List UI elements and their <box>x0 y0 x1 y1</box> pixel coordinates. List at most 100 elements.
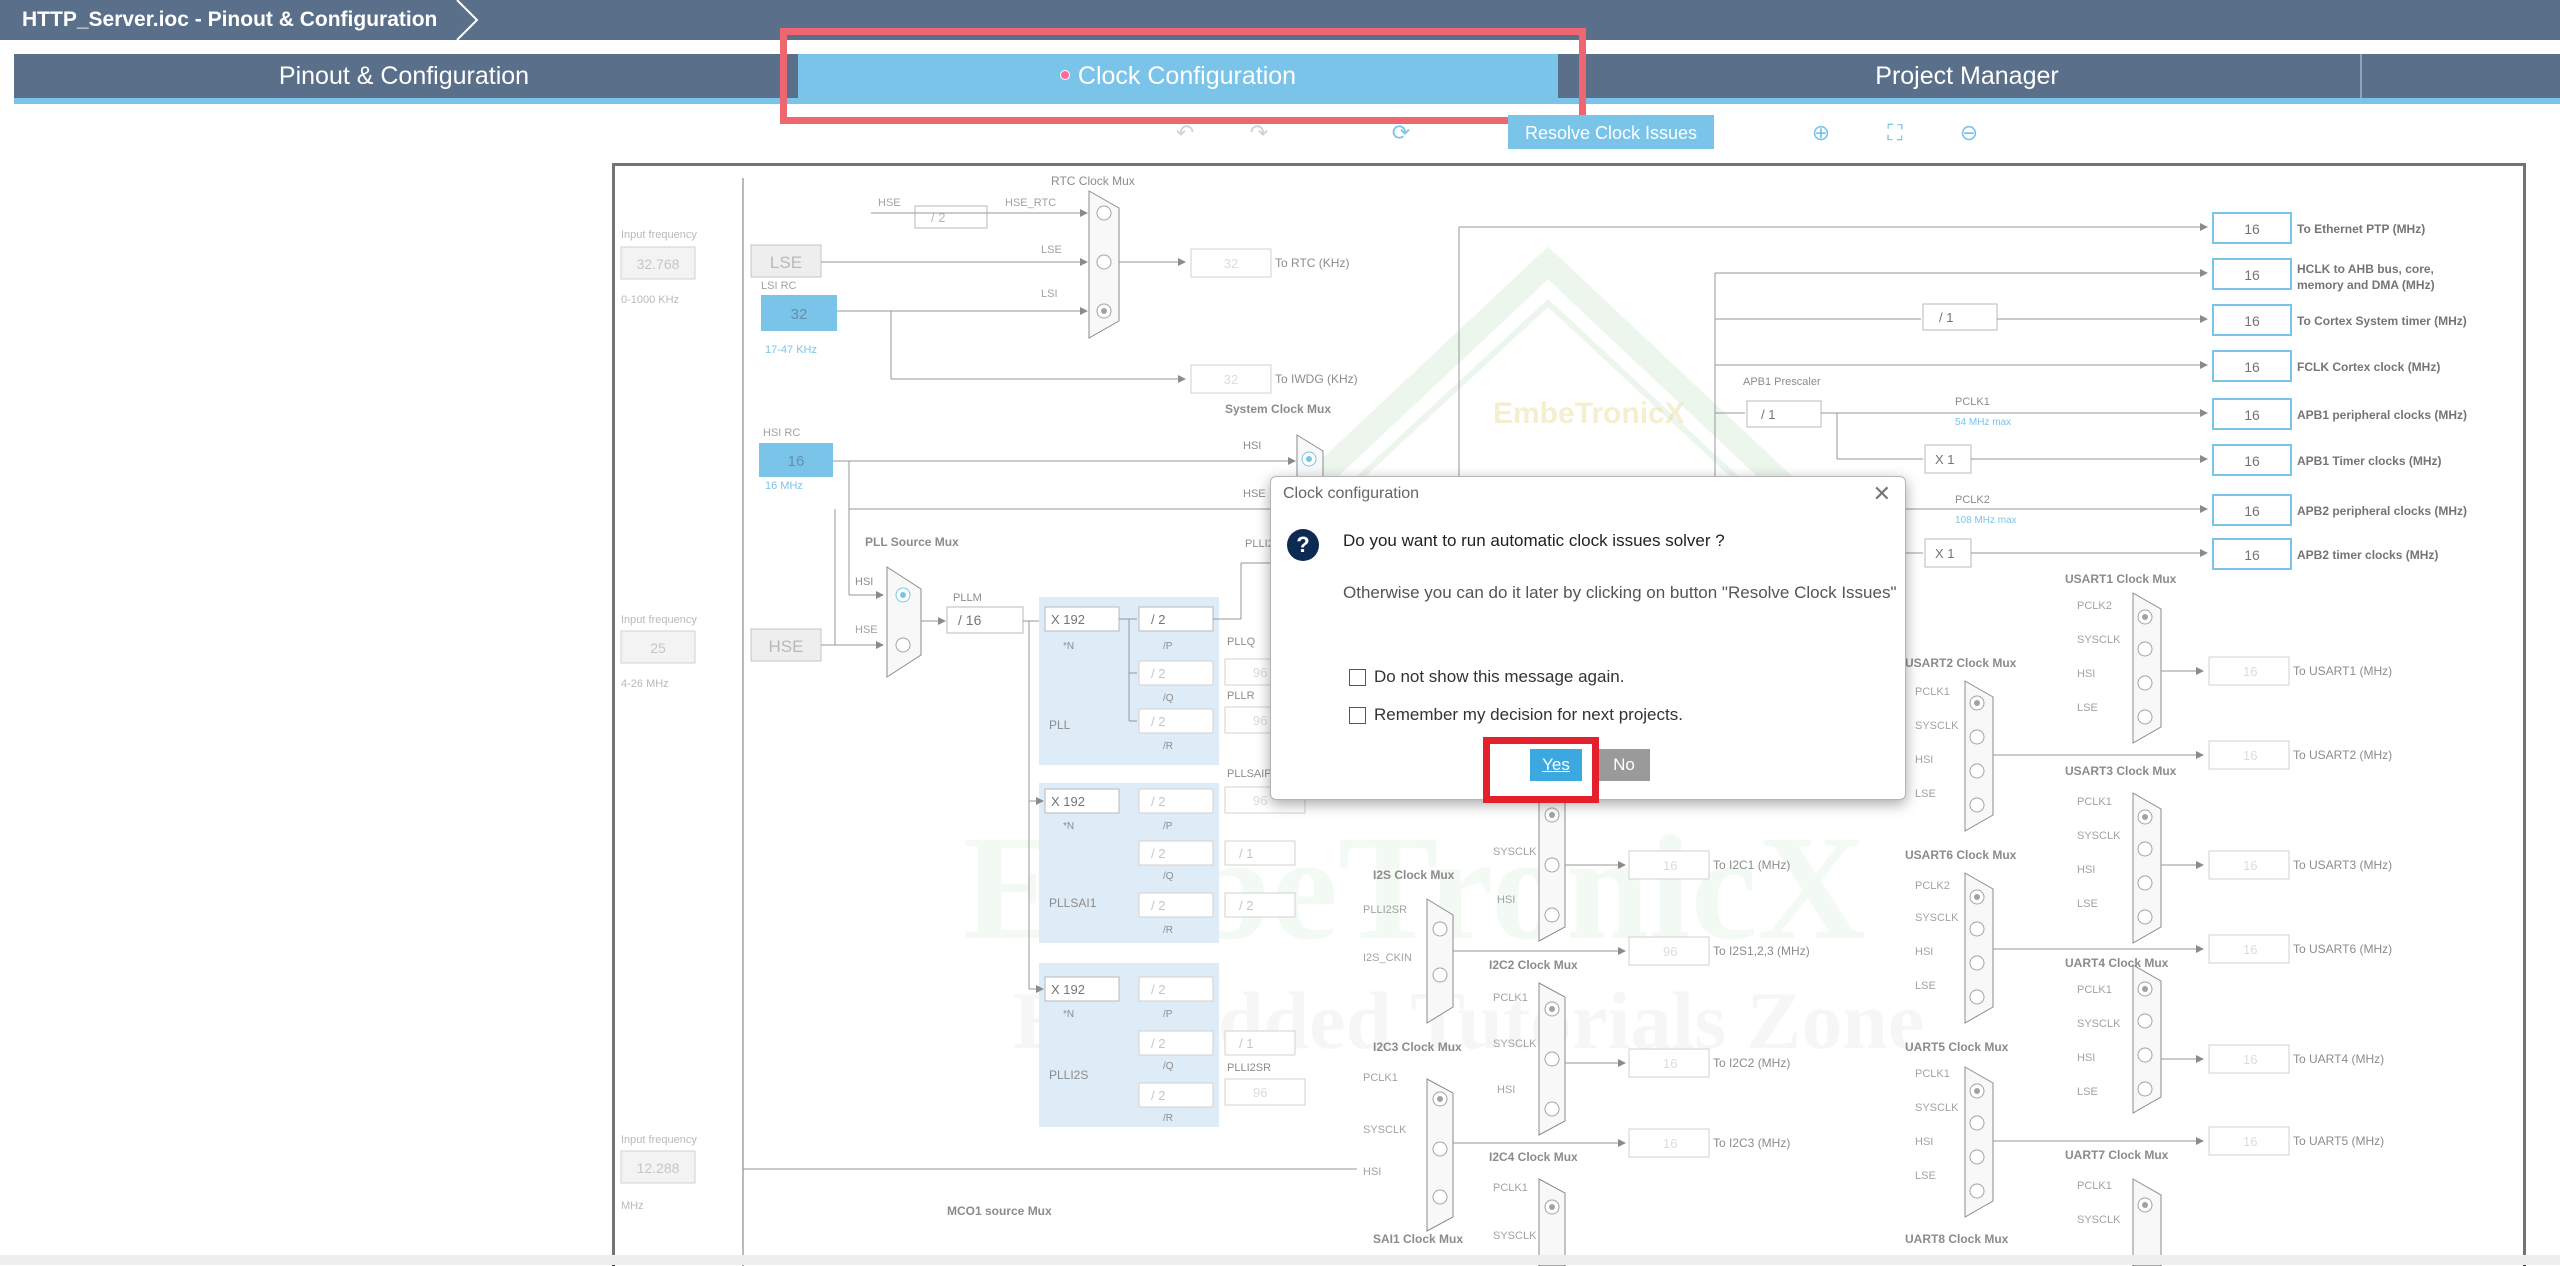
dialog-question: Do you want to run automatic clock issue… <box>1343 531 1725 550</box>
pllsai-n-value: X 192 <box>1051 794 1085 809</box>
i2c4-clock-mux-label: I2C4 Clock Mux <box>1489 1150 1578 1164</box>
apb1-prescaler-label: APB1 Prescaler <box>1743 376 1821 388</box>
pllq-label: PLLQ <box>1227 636 1256 648</box>
pclk2-max: 108 MHz max <box>1955 515 2017 526</box>
i2s-value: 96 <box>1663 944 1677 959</box>
plli2s-r-value: / 2 <box>1151 1088 1165 1103</box>
do-not-show-checkbox[interactable]: Do not show this message again. <box>1349 667 1624 687</box>
no-button[interactable]: No <box>1598 749 1650 781</box>
close-icon[interactable]: ✕ <box>1873 481 1891 507</box>
system-clock-mux-label: System Clock Mux <box>1225 402 1331 416</box>
usart1-hsi: HSI <box>2077 668 2095 680</box>
pllsai-label: PLLSAI1 <box>1049 896 1097 910</box>
pll-r-label: /R <box>1163 741 1173 752</box>
uart5-sysclk: SYSCLK <box>1915 1102 1959 1114</box>
to-i2c2-label: To I2C2 (MHz) <box>1713 1056 1790 1070</box>
undo-icon[interactable]: ↶ <box>1170 118 1200 148</box>
lse-range: 0-1000 KHz <box>621 294 679 306</box>
pllsai-r2-select[interactable] <box>1224 892 1296 918</box>
to-usart1-label: To USART1 (MHz) <box>2293 664 2392 678</box>
pllsai-q2-select[interactable] <box>1224 840 1296 866</box>
plli2s-p-value: / 2 <box>1151 982 1165 997</box>
i2s-sig-ckin: I2S_CKIN <box>1363 952 1412 964</box>
plli2sr-label: PLLI2SR <box>1227 1062 1271 1074</box>
window-title: HTTP_Server.ioc - Pinout & Configuration <box>0 0 456 40</box>
usart1-value: 16 <box>2243 664 2257 679</box>
remember-decision-checkbox[interactable]: Remember my decision for next projects. <box>1349 705 1683 725</box>
checkbox-icon[interactable] <box>1349 668 1366 686</box>
uart8-mux-label: UART8 Clock Mux <box>1905 1232 2009 1246</box>
resolve-clock-issues-button[interactable]: Resolve Clock Issues <box>1508 115 1714 149</box>
usart6-value: 16 <box>2243 942 2257 957</box>
hsi-rc-label: HSI RC <box>763 427 800 439</box>
to-i2c1-label: To I2C1 (MHz) <box>1713 858 1790 872</box>
sig-hse-rtc: HSE_RTC <box>1005 197 1056 209</box>
to-i2s-label: To I2S1,2,3 (MHz) <box>1713 944 1810 958</box>
usart2-lse: LSE <box>1915 788 1936 800</box>
uart7-mux-label: UART7 Clock Mux <box>2065 1148 2169 1162</box>
plli2s-q2-value: / 1 <box>1239 1036 1253 1051</box>
cortex-timer-div-select[interactable] <box>1922 303 1998 331</box>
hclk-label: HCLK to AHB bus, core, <box>2297 262 2434 276</box>
iwdg-value: 32 <box>1224 372 1238 387</box>
pll-q-value: / 2 <box>1151 666 1165 681</box>
apb1-prescaler-value: / 1 <box>1761 407 1775 422</box>
bottom-scrollbar[interactable] <box>0 1255 2560 1265</box>
i2s-sig-plli2sr: PLLI2SR <box>1363 904 1407 916</box>
i2c4-sysclk: SYSCLK <box>1493 1230 1537 1242</box>
plli2s-q2-select[interactable] <box>1224 1030 1296 1056</box>
rtc-clock-mux-label: RTC Clock Mux <box>1051 174 1135 188</box>
checkbox-icon[interactable] <box>1349 706 1366 724</box>
i2s-freq-value: 12.288 <box>637 1160 680 1176</box>
pllsai-n-label: *N <box>1063 821 1074 832</box>
rtc-hse-divider-select[interactable] <box>914 205 988 229</box>
usart6-sysclk: SYSCLK <box>1915 912 1959 924</box>
tab-pinout-configuration[interactable]: Pinout & Configuration <box>14 54 794 98</box>
i2c1-value: 16 <box>1663 858 1677 873</box>
apb1-prescaler-select[interactable] <box>1746 400 1822 428</box>
usart2-value: 16 <box>2243 748 2257 763</box>
i2c3-clock-mux-label: I2C3 Clock Mux <box>1373 1040 1462 1054</box>
pllsai-r-value: / 2 <box>1151 898 1165 913</box>
i2c1-sysclk: SYSCLK <box>1493 846 1537 858</box>
tab-label: Project Manager <box>1875 62 2059 90</box>
refresh-icon[interactable]: ⟳ <box>1386 118 1416 148</box>
pllq-value: 96 <box>1253 665 1267 680</box>
hclk-label-2: memory and DMA (MHz) <box>2297 278 2435 292</box>
apb2-peripheral-value: 16 <box>2244 503 2260 519</box>
i2c4-pclk1: PCLK1 <box>1493 1182 1528 1194</box>
pll-n-value: X 192 <box>1051 612 1085 627</box>
usart1-lse: LSE <box>2077 702 2098 714</box>
i2c3-value: 16 <box>1663 1136 1677 1151</box>
zoom-out-icon[interactable]: ⊖ <box>1954 118 1984 148</box>
question-icon: ? <box>1287 529 1319 561</box>
plli2s-label: PLLI2S <box>1049 1068 1088 1082</box>
usart6-mux-label: USART6 Clock Mux <box>1905 848 2017 862</box>
redo-icon[interactable]: ↷ <box>1244 118 1274 148</box>
remember-decision-label: Remember my decision for next projects. <box>1374 705 1683 724</box>
uart5-value: 16 <box>2243 1134 2257 1149</box>
sig-lse: LSE <box>1041 244 1062 256</box>
cortex-timer-div-value: / 1 <box>1939 310 1953 325</box>
i2c3-pclk1: PCLK1 <box>1363 1072 1398 1084</box>
lsi-rc-label: LSI RC <box>761 280 797 292</box>
i2c2-hsi: HSI <box>1497 1084 1515 1096</box>
fit-icon[interactable]: ⛶ <box>1880 118 1910 148</box>
dialog-title: Clock configuration <box>1283 485 1420 502</box>
pll-sig-hse: HSE <box>855 624 878 636</box>
uart5-hsi: HSI <box>1915 1136 1933 1148</box>
usart-signal-labels: PCLK2 SYSCLK HSI LSE PCLK1 SYSCLK HSI LS… <box>1915 600 2121 1226</box>
tab-project-manager[interactable]: Project Manager <box>1562 54 2372 98</box>
pll-sig-hsi: HSI <box>855 576 873 588</box>
to-usart2-label: To USART2 (MHz) <box>2293 748 2392 762</box>
apb2-timer-value: 16 <box>2244 547 2260 563</box>
lsi-range: 17-47 KHz <box>765 344 817 356</box>
zoom-in-icon[interactable]: ⊕ <box>1806 118 1836 148</box>
usart6-hsi: HSI <box>1915 946 1933 958</box>
pclk1-max: 54 MHz max <box>1955 417 2011 428</box>
uart7-pclk1: PCLK1 <box>2077 1180 2112 1192</box>
ethernet-ptp-label: To Ethernet PTP (MHz) <box>2297 222 2425 236</box>
pll-label: PLL <box>1049 718 1071 732</box>
pllr-value: 96 <box>1253 713 1267 728</box>
tab-divider <box>2360 54 2362 98</box>
